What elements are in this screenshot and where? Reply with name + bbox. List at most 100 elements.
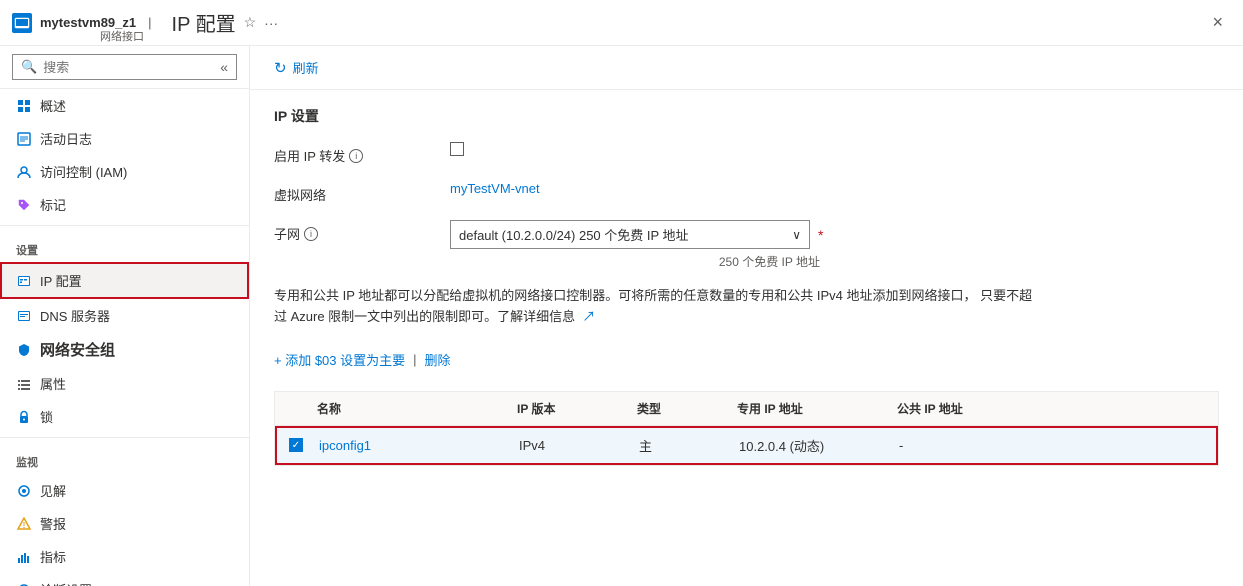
sidebar: 🔍 « 概述 活动日志 [0, 46, 250, 586]
sidebar-label-insights: 见解 [40, 481, 66, 500]
info-text: 专用和公共 IP 地址都可以分配给虚拟机的网络接口控制器。可将所需的任意数量的专… [274, 286, 1034, 328]
toolbar: ↻ 刷新 [250, 46, 1243, 90]
sidebar-label-locks: 锁 [40, 407, 53, 426]
search-input[interactable] [43, 60, 210, 75]
metrics-icon [16, 549, 32, 565]
vnet-row: 虚拟网络 myTestVM-vnet [274, 181, 1219, 204]
content-area: ↻ 刷新 IP 设置 启用 IP 转发 i [250, 46, 1243, 586]
table-header: 名称 IP 版本 类型 专用 IP 地址 公共 IP 地址 [275, 392, 1218, 426]
monitoring-section-header: 监视 [0, 442, 249, 474]
sidebar-label-properties: 属性 [40, 374, 66, 393]
add-button[interactable]: + 添加 $03 设置为主要 [274, 350, 405, 369]
subnet-row: 子网 i default (10.2.0.0/24) 250 个免费 IP 地址… [274, 220, 1219, 270]
collapse-button[interactable]: « [220, 59, 228, 75]
sidebar-item-activity-log[interactable]: 活动日志 [0, 122, 249, 155]
nsg-icon [16, 342, 32, 358]
private-ip-column-header: 专用 IP 地址 [737, 400, 897, 417]
ip-forwarding-value [450, 142, 1219, 159]
page-title: IP 配置 [172, 8, 236, 37]
row-type: 主 [639, 436, 739, 455]
sidebar-label-activity-log: 活动日志 [40, 129, 92, 148]
subtitle: 网络接口 [100, 28, 144, 44]
subnet-select-text: default (10.2.0.0/24) 250 个免费 IP 地址 [459, 225, 689, 244]
settings-section-header: 设置 [0, 230, 249, 262]
ip-icon [16, 273, 32, 289]
vm-icon [12, 13, 32, 33]
sidebar-item-diagnostics[interactable]: 诊断设置 [0, 573, 249, 586]
subnet-required: * [818, 227, 823, 243]
lock-icon [16, 409, 32, 425]
learn-more-link[interactable]: ↗ [579, 309, 596, 324]
sidebar-label-ip-config: IP 配置 [40, 271, 82, 290]
search-input-wrap[interactable]: 🔍 « [12, 54, 237, 80]
sidebar-item-iam[interactable]: 访问控制 (IAM) [0, 155, 249, 188]
favorite-star[interactable]: ☆ [244, 14, 257, 31]
sidebar-label-tags: 标记 [40, 195, 66, 214]
more-options[interactable]: ··· [264, 15, 278, 31]
sidebar-label-nsg: 网络安全组 [40, 339, 115, 360]
refresh-icon: ↻ [274, 59, 287, 77]
sidebar-item-ip-config[interactable]: IP 配置 [0, 262, 249, 299]
overview-icon [16, 98, 32, 114]
sidebar-item-metrics[interactable]: 指标 [0, 540, 249, 573]
name-column-header: 名称 [317, 400, 517, 417]
sidebar-item-locks[interactable]: 锁 [0, 400, 249, 433]
close-button[interactable]: × [1204, 8, 1231, 37]
checked-icon [289, 438, 303, 452]
delete-button[interactable]: 删除 [425, 350, 451, 369]
search-icon: 🔍 [21, 59, 37, 75]
subnet-dropdown[interactable]: default (10.2.0.0/24) 250 个免费 IP 地址 ∨ [450, 220, 810, 249]
row-checkbox[interactable] [289, 438, 319, 452]
ip-config-table: 名称 IP 版本 类型 专用 IP 地址 公共 IP 地址 ipconfig1 … [274, 391, 1219, 466]
version-column-header: IP 版本 [517, 400, 637, 417]
sidebar-label-diagnostics: 诊断设置 [40, 580, 92, 586]
sidebar-label-iam: 访问控制 (IAM) [40, 162, 127, 181]
sidebar-item-alerts[interactable]: 警报 [0, 507, 249, 540]
refresh-button[interactable]: ↻ 刷新 [274, 54, 319, 81]
ip-forwarding-checkbox[interactable] [450, 142, 464, 156]
subnet-note: 250 个免费 IP 地址 [450, 253, 820, 270]
row-private-ip: 10.2.0.4 (动态) [739, 436, 899, 455]
sidebar-label-dns: DNS 服务器 [40, 306, 110, 325]
vnet-value: myTestVM-vnet [450, 181, 1219, 196]
insights-icon [16, 483, 32, 499]
sidebar-item-dns[interactable]: DNS 服务器 [0, 299, 249, 332]
row-name[interactable]: ipconfig1 [319, 438, 519, 453]
dns-icon [16, 308, 32, 324]
actions-row: + 添加 $03 设置为主要 | 删除 [274, 344, 1219, 375]
sidebar-item-overview[interactable]: 概述 [0, 89, 249, 122]
subnet-value: default (10.2.0.0/24) 250 个免费 IP 地址 ∨ * … [450, 220, 1219, 270]
alerts-icon [16, 516, 32, 532]
content-body: IP 设置 启用 IP 转发 i 虚拟网络 myTestVM-vnet [250, 90, 1243, 482]
subnet-label: 子网 i [274, 220, 434, 243]
log-icon [16, 131, 32, 147]
vnet-label: 虚拟网络 [274, 181, 434, 204]
sidebar-item-nsg[interactable]: 网络安全组 [0, 332, 249, 367]
vnet-link[interactable]: myTestVM-vnet [450, 181, 540, 196]
table-row[interactable]: ipconfig1 IPv4 主 10.2.0.4 (动态) - [275, 426, 1218, 465]
ip-forwarding-info-icon[interactable]: i [349, 149, 363, 163]
ip-forwarding-row: 启用 IP 转发 i [274, 142, 1219, 165]
ip-settings-title: IP 设置 [274, 106, 1219, 126]
sidebar-item-insights[interactable]: 见解 [0, 474, 249, 507]
row-public-ip: - [899, 438, 1059, 453]
type-column-header: 类型 [637, 400, 737, 417]
public-ip-column-header: 公共 IP 地址 [897, 400, 1057, 417]
tags-icon [16, 197, 32, 213]
ip-forwarding-label: 启用 IP 转发 i [274, 142, 434, 165]
row-ip-version: IPv4 [519, 438, 639, 453]
search-box: 🔍 « [0, 46, 249, 89]
title-bar: mytestvm89_z1 | IP 配置 ☆ ··· 网络接口 × [0, 0, 1243, 46]
iam-icon [16, 164, 32, 180]
sidebar-item-properties[interactable]: 属性 [0, 367, 249, 400]
sidebar-label-overview: 概述 [40, 96, 66, 115]
subnet-chevron-icon: ∨ [792, 228, 801, 242]
properties-icon [16, 376, 32, 392]
title-separator: | [148, 15, 151, 30]
title-bar-left: mytestvm89_z1 | IP 配置 ☆ ··· [12, 8, 278, 37]
diag-icon [16, 582, 32, 586]
subnet-info-icon[interactable]: i [304, 227, 318, 241]
sidebar-label-metrics: 指标 [40, 547, 66, 566]
refresh-label: 刷新 [293, 58, 319, 77]
sidebar-item-tags[interactable]: 标记 [0, 188, 249, 221]
